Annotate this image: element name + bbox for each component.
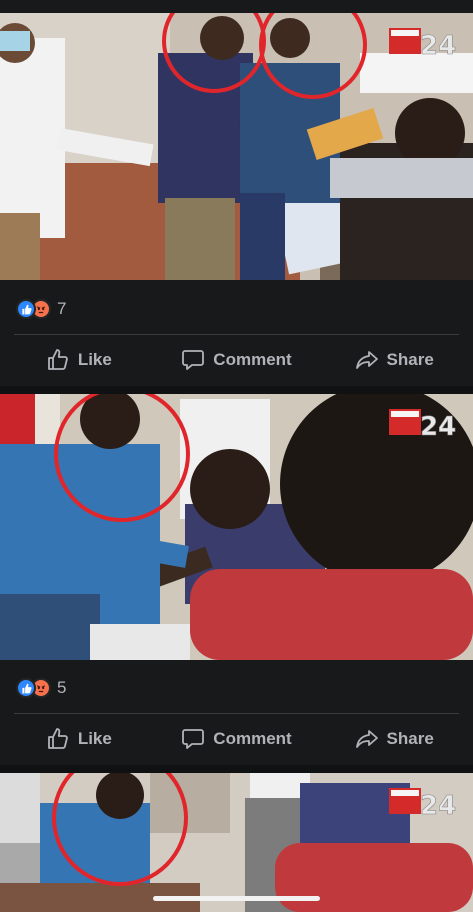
share-button[interactable]: Share [315,715,473,763]
comment-bubble-icon [182,729,205,749]
share-label: Share [386,729,434,748]
comment-label: Comment [213,350,292,369]
channel-watermark: 24 [420,412,456,442]
divider [14,713,459,714]
like-reaction-icon [16,678,36,698]
post-image-3[interactable]: 24 [0,773,473,912]
reactions-summary[interactable]: 5 [16,675,66,701]
home-indicator[interactable] [153,896,320,901]
channel-watermark: 24 [420,791,456,821]
photo-scuffle-2: 24 [0,394,473,660]
like-reaction-icon [16,299,36,319]
post-image-1[interactable]: 24 [0,13,473,280]
post-separator [0,386,473,394]
comment-bubble-icon [182,350,205,370]
reaction-count: 7 [57,299,67,318]
thumbs-up-icon [47,349,68,370]
channel-watermark: 24 [420,31,456,61]
photo-scuffle-1: 24 [0,13,473,280]
like-button[interactable]: Like [0,715,158,763]
comment-button[interactable]: Comment [158,715,316,763]
thumbs-up-icon [47,728,68,749]
post-image-2[interactable]: 24 [0,394,473,660]
share-arrow-icon [355,351,378,369]
like-label: Like [77,729,112,748]
post-actions-bar: Like Comment Share [0,336,473,384]
like-button[interactable]: Like [0,336,158,384]
photo-scuffle-3: 24 [0,773,473,912]
comment-button[interactable]: Comment [158,336,316,384]
post-separator [0,765,473,773]
like-label: Like [77,350,112,369]
divider [14,334,459,335]
status-bar-strip [0,0,473,13]
reaction-count: 5 [57,678,67,697]
reactions-summary[interactable]: 7 [16,296,66,322]
share-arrow-icon [355,730,378,748]
share-button[interactable]: Share [315,336,473,384]
post-actions-bar: Like Comment Share [0,715,473,763]
share-label: Share [386,350,434,369]
comment-label: Comment [213,729,292,748]
